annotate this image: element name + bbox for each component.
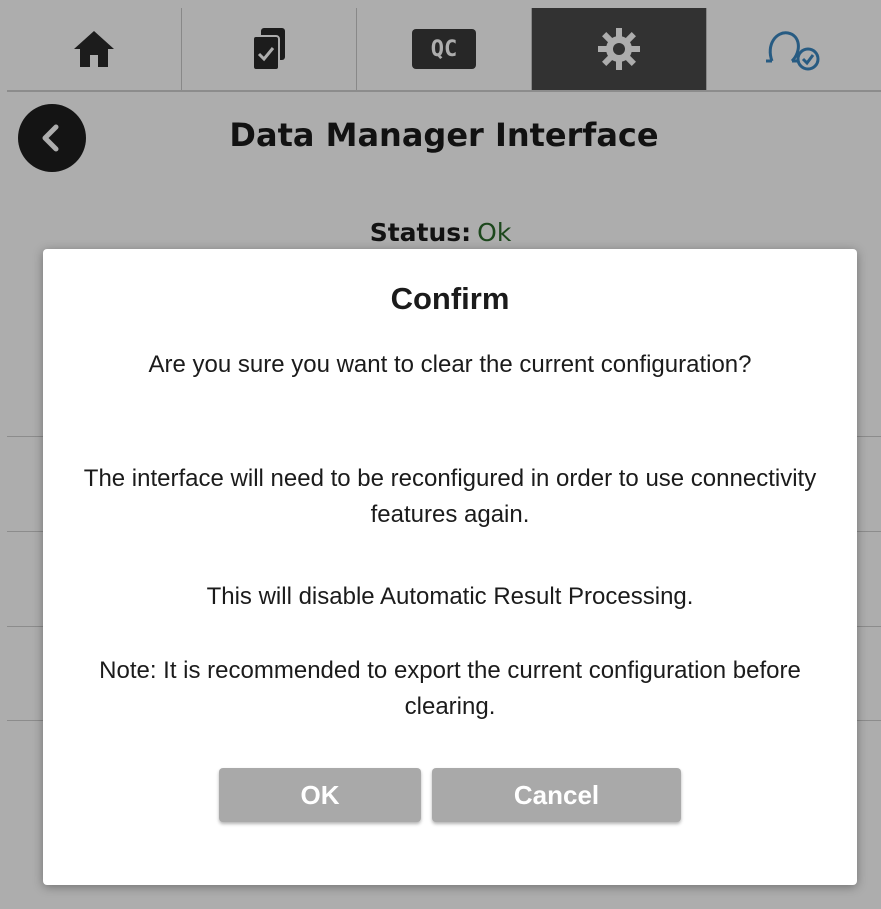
dialog-message: The interface will need to be reconfigur… [83, 465, 817, 528]
dialog-message: Note: It is recommended to export the cu… [99, 657, 801, 720]
dialog-message: Are you sure you want to clear the curre… [148, 351, 752, 378]
ok-button[interactable]: OK [219, 768, 421, 822]
dialog-title: Confirm [390, 281, 510, 316]
cancel-button[interactable]: Cancel [432, 768, 681, 822]
dialog-message: This will disable Automatic Result Proce… [206, 583, 694, 610]
confirm-dialog: Confirm Are you sure you want to clear t… [43, 249, 857, 885]
